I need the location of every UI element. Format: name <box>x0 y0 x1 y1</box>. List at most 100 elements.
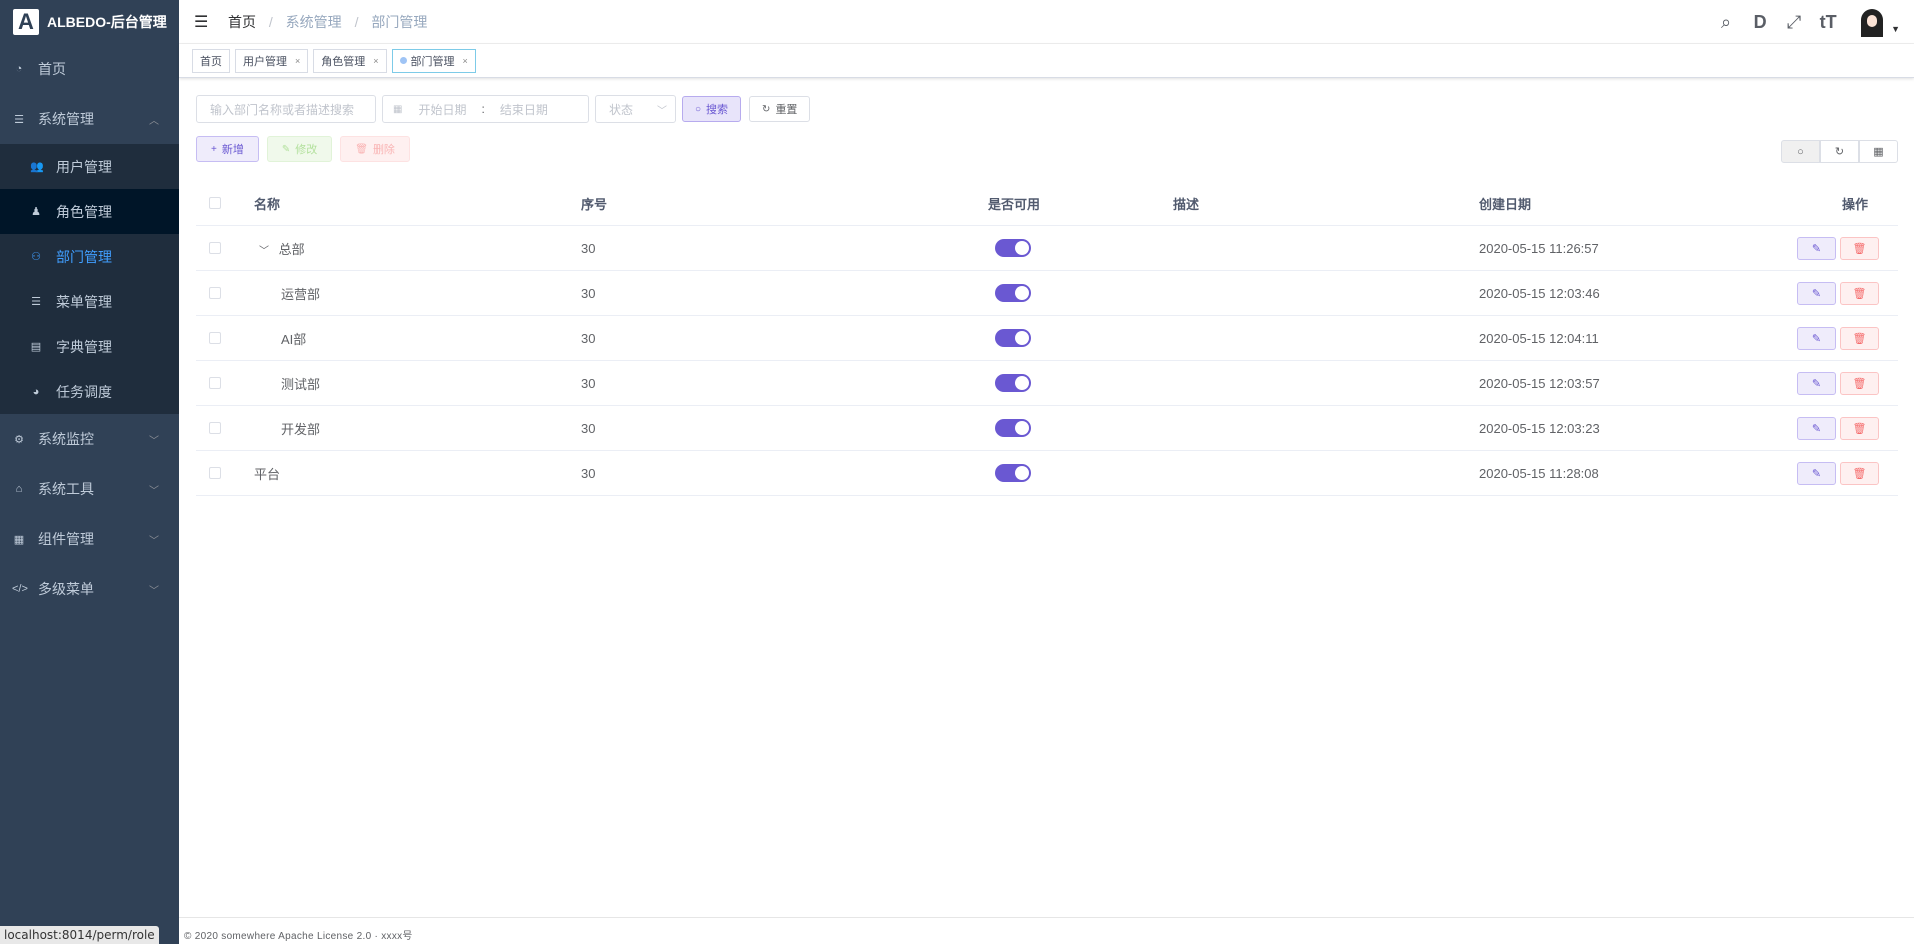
row-delete-button[interactable]: 🗑 <box>1840 236 1879 260</box>
end-date-field[interactable]: 结束日期 <box>500 101 548 118</box>
breadcrumb-separator: / <box>268 13 273 30</box>
submenu-system: 👥 用户管理 ♟ 角色管理 ⚇ 部门管理 ☰ 菜单管理 ▤ 字典管理 ◕ 任务调… <box>0 144 179 414</box>
trash-icon: 🗑 <box>1852 422 1867 435</box>
sidebar-item-users[interactable]: 👥 用户管理 <box>0 144 179 189</box>
tool-icon: ⌂ <box>15 483 23 495</box>
logo-icon: A <box>13 9 39 35</box>
edit-button[interactable]: ✎ 修改 <box>266 136 333 162</box>
row-edit-button[interactable]: ✎ <box>1797 371 1836 395</box>
component-icon: ▦ <box>13 533 25 546</box>
sidebar-item-label: 用户管理 <box>56 158 112 175</box>
reset-button[interactable]: ↻ 重置 <box>749 96 811 122</box>
row-checkbox[interactable] <box>209 287 221 299</box>
toggle-search-button[interactable]: ○ <box>1781 140 1820 163</box>
cell-name: 平台 <box>254 464 280 483</box>
add-button-label: 新增 <box>221 144 244 156</box>
row-delete-button[interactable]: 🗑 <box>1840 461 1879 485</box>
row-edit-button[interactable]: ✎ <box>1797 281 1836 305</box>
tag-users[interactable]: 用户管理 × <box>235 48 309 73</box>
enabled-switch[interactable] <box>995 419 1031 437</box>
sidebar-item-roles[interactable]: ♟ 角色管理 <box>0 189 179 234</box>
row-checkbox[interactable] <box>209 377 221 389</box>
row-delete-button[interactable]: 🗑 <box>1840 371 1879 395</box>
column-header-date: 创建日期 <box>1479 196 1532 212</box>
date-range-picker[interactable]: ▦ 开始日期 : 结束日期 <box>382 95 589 123</box>
sidebar-item-label: 部门管理 <box>56 248 112 265</box>
sidebar-item-jobs[interactable]: ◕ 任务调度 <box>0 369 179 414</box>
enabled-switch[interactable] <box>995 374 1031 392</box>
row-edit-button[interactable]: ✎ <box>1797 236 1836 260</box>
fullscreen-icon[interactable]: ⤢ <box>1777 12 1811 33</box>
navbar: ☰ 首页 / 系统管理 / 部门管理 ⌕ D ⤢ tT ▼ <box>179 0 1914 44</box>
column-header-seq: 序号 <box>581 196 608 212</box>
dept-name: AI部 <box>281 331 307 347</box>
sidebar-item-nested[interactable]: </> 多级菜单 ﹀ <box>0 564 179 614</box>
row-edit-button[interactable]: ✎ <box>1797 326 1836 350</box>
sidebar-item-home[interactable]: ◔ 首页 <box>0 44 179 94</box>
refresh-button[interactable]: ↻ <box>1820 140 1859 163</box>
row-checkbox[interactable] <box>209 422 221 434</box>
edit-icon: ✎ <box>1811 377 1822 390</box>
grid-icon: ▦ <box>1873 146 1884 158</box>
sidebar-item-components[interactable]: ▦ 组件管理 ﹀ <box>0 514 179 564</box>
row-delete-button[interactable]: 🗑 <box>1840 326 1879 350</box>
search-icon[interactable]: ⌕ <box>1709 12 1743 33</box>
trash-icon: 🗑 <box>1852 377 1867 390</box>
enabled-switch[interactable] <box>995 284 1031 302</box>
add-button[interactable]: + 新增 <box>196 136 259 162</box>
doc-icon[interactable]: D <box>1743 12 1777 33</box>
cell-date: 2020-05-15 11:28:08 <box>1479 465 1599 481</box>
edit-icon: ✎ <box>1811 287 1822 300</box>
logo[interactable]: A ALBEDO-后台管理 <box>0 0 179 44</box>
row-edit-button[interactable]: ✎ <box>1797 461 1836 485</box>
cell-date: 2020-05-15 12:04:11 <box>1479 330 1599 346</box>
tag-home[interactable]: 首页 <box>192 48 230 73</box>
refresh-icon: ↻ <box>762 103 771 115</box>
sidebar-item-label: 系统工具 <box>38 481 94 497</box>
row-checkbox[interactable] <box>209 332 221 344</box>
row-delete-button[interactable]: 🗑 <box>1840 416 1879 440</box>
row-checkbox[interactable] <box>209 242 221 254</box>
row-delete-button[interactable]: 🗑 <box>1840 281 1879 305</box>
sidebar-item-departments[interactable]: ⚇ 部门管理 <box>0 234 179 279</box>
search-input[interactable]: 输入部门名称或者描述搜索 <box>196 95 376 123</box>
status-placeholder: 状态 <box>609 102 634 117</box>
tag-roles[interactable]: 角色管理 × <box>313 48 387 73</box>
edit-icon: ✎ <box>281 143 291 155</box>
breadcrumb-home[interactable]: 首页 <box>228 14 256 30</box>
search-button[interactable]: ○ 搜索 <box>682 96 742 122</box>
row-actions: ✎ 🗑 <box>1797 461 1883 485</box>
font-size-icon[interactable]: tT <box>1811 12 1845 33</box>
status-select[interactable]: 状态 ﹀ <box>595 95 676 123</box>
breadcrumb-system: 系统管理 <box>285 13 342 30</box>
app-title: ALBEDO-后台管理 <box>47 14 167 30</box>
search-icon: ○ <box>695 103 702 115</box>
close-icon[interactable]: × <box>373 56 378 66</box>
table-row: ﹀ 总部 30 2020-05-15 11:26:57 ✎ 🗑 <box>196 226 1898 271</box>
start-date-field[interactable]: 开始日期 <box>418 101 466 118</box>
sidebar-item-label: 字典管理 <box>56 338 112 355</box>
close-icon[interactable]: × <box>295 56 300 66</box>
avatar[interactable] <box>1857 7 1888 37</box>
row-edit-button[interactable]: ✎ <box>1797 416 1836 440</box>
columns-button[interactable]: ▦ <box>1859 140 1898 163</box>
enabled-switch[interactable] <box>995 329 1031 347</box>
tag-departments[interactable]: 部门管理 × <box>391 48 476 73</box>
enabled-switch[interactable] <box>995 464 1031 482</box>
row-checkbox[interactable] <box>209 467 221 479</box>
sidebar-item-monitor[interactable]: ⚙ 系统监控 ﹀ <box>0 414 179 464</box>
select-all-checkbox[interactable] <box>209 197 221 209</box>
hamburger-icon[interactable]: ☰ <box>194 12 210 32</box>
sidebar-item-dict[interactable]: ▤ 字典管理 <box>0 324 179 369</box>
trash-icon: 🗑 <box>355 143 368 155</box>
chevron-down-icon: ﹀ <box>149 585 159 597</box>
trash-icon: 🗑 <box>1852 242 1867 255</box>
delete-button[interactable]: 🗑 删除 <box>340 136 410 162</box>
sidebar-item-menus[interactable]: ☰ 菜单管理 <box>0 279 179 324</box>
caret-down-icon[interactable]: ▼ <box>1891 24 1900 34</box>
sidebar-item-system[interactable]: ☰ 系统管理 ︿ <box>0 94 179 144</box>
chevron-down-icon[interactable]: ﹀ <box>259 246 269 257</box>
sidebar-item-tools[interactable]: ⌂ 系统工具 ﹀ <box>0 464 179 514</box>
enabled-switch[interactable] <box>995 239 1031 257</box>
close-icon[interactable]: × <box>463 56 468 66</box>
